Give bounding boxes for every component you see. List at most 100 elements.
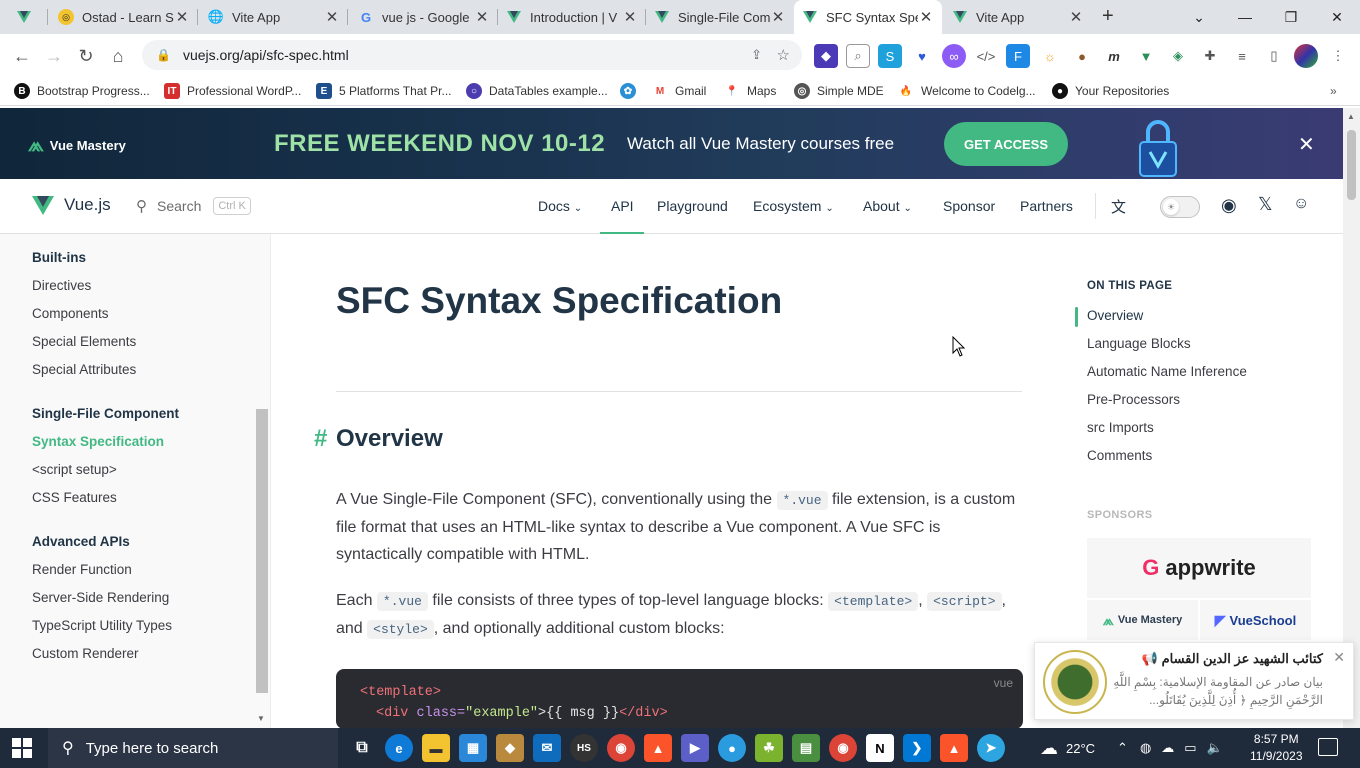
- new-tab-button[interactable]: +: [1102, 5, 1114, 28]
- dark-mode-toggle[interactable]: ☀: [1160, 196, 1200, 218]
- nav-playground[interactable]: Playground: [657, 198, 728, 214]
- bookmark-datatables[interactable]: ○ DataTables example...: [466, 81, 608, 101]
- sidebar-item-ts-utility[interactable]: TypeScript Utility Types: [32, 618, 172, 633]
- app-icon[interactable]: ☘: [755, 734, 783, 762]
- menu-icon[interactable]: ⋮: [1326, 44, 1350, 68]
- app-icon[interactable]: HS: [570, 734, 598, 762]
- tab-vite-app-1[interactable]: 🌐 Vite App ✕: [200, 0, 348, 34]
- toc-overview[interactable]: Overview: [1087, 308, 1143, 323]
- url-field[interactable]: 🔒 vuejs.org/api/sfc-spec.html ⇪ ☆: [142, 40, 802, 70]
- tab-single-file[interactable]: Single-File Com ✕: [646, 0, 794, 34]
- back-button[interactable]: ←: [8, 42, 36, 70]
- extension-icon[interactable]: S: [878, 44, 902, 68]
- scroll-down-icon[interactable]: ▼: [257, 714, 265, 723]
- forward-button[interactable]: →: [40, 42, 68, 70]
- extension-icon[interactable]: </>: [974, 44, 998, 68]
- sidebar-toggle-icon[interactable]: ▯: [1262, 44, 1286, 68]
- tab-introduction[interactable]: Introduction | V ✕: [498, 0, 646, 34]
- app-icon[interactable]: ▶: [681, 734, 709, 762]
- bookmark-gmail[interactable]: M Gmail: [652, 81, 706, 101]
- vue-brand-link[interactable]: Vue.js: [32, 195, 111, 215]
- extension-icon[interactable]: m: [1102, 44, 1126, 68]
- sidebar-item-components[interactable]: Components: [32, 306, 109, 321]
- app-icon[interactable]: ▤: [792, 734, 820, 762]
- sponsor-appwrite[interactable]: G appwrite: [1087, 538, 1311, 598]
- tab-google[interactable]: G vue js - Google ✕: [350, 0, 498, 34]
- close-tab-icon[interactable]: ✕: [918, 8, 934, 26]
- home-button[interactable]: ⌂: [104, 42, 132, 70]
- sidebar-item-css-features[interactable]: CSS Features: [32, 490, 117, 505]
- network-icon[interactable]: ▭: [1184, 740, 1196, 756]
- bookmark-repositories[interactable]: ● Your Repositories: [1052, 81, 1169, 101]
- close-tab-icon[interactable]: ✕: [1068, 8, 1084, 26]
- action-center-icon[interactable]: [1318, 738, 1338, 756]
- sponsor-vue-mastery[interactable]: ⩕ Vue Mastery: [1087, 600, 1198, 640]
- github-icon[interactable]: ◉: [1221, 195, 1237, 216]
- toc-auto-name[interactable]: Automatic Name Inference: [1087, 364, 1247, 379]
- notion-icon[interactable]: N: [866, 734, 894, 762]
- vscode-icon[interactable]: ❯: [903, 734, 931, 762]
- extension-icon[interactable]: ♥: [910, 44, 934, 68]
- extension-icon[interactable]: ◆: [814, 44, 838, 68]
- sidebar-item-script-setup[interactable]: <script setup>: [32, 462, 117, 477]
- tab-search-icon[interactable]: ⌄: [1176, 0, 1222, 34]
- bookmark-wordpress[interactable]: IT Professional WordP...: [164, 81, 301, 101]
- close-tab-icon[interactable]: ✕: [770, 8, 786, 26]
- weather-icon[interactable]: ☁: [1040, 738, 1058, 759]
- tab-ostad[interactable]: ◎ Ostad - Learn S ✕: [50, 0, 198, 34]
- bookmark-codelg[interactable]: 🔥 Welcome to Codelg...: [898, 81, 1036, 101]
- app-icon[interactable]: ◆: [496, 734, 524, 762]
- extension-icon[interactable]: ●: [1070, 44, 1094, 68]
- share-icon[interactable]: ⇪: [751, 47, 762, 63]
- sidebar-item-special-elements[interactable]: Special Elements: [32, 334, 136, 349]
- extension-icon[interactable]: ∞: [942, 44, 966, 68]
- toc-src-imports[interactable]: src Imports: [1087, 420, 1154, 435]
- sidebar-scrollbar[interactable]: [256, 409, 268, 693]
- nav-about[interactable]: About ⌄: [863, 198, 912, 214]
- extension-icon[interactable]: ◈: [1166, 44, 1190, 68]
- cloud-icon[interactable]: ☁: [1161, 740, 1174, 756]
- bookmark-simple-mde[interactable]: ◎ Simple MDE: [794, 81, 884, 101]
- windows-start-icon[interactable]: [12, 738, 32, 758]
- tab-pinned-vue[interactable]: [8, 0, 48, 34]
- tab-vite-app-2[interactable]: Vite App ✕: [944, 0, 1092, 34]
- nav-docs[interactable]: Docs ⌄: [538, 198, 582, 214]
- scrollbar-thumb[interactable]: [1347, 130, 1356, 200]
- mail-icon[interactable]: ✉: [533, 734, 561, 762]
- clock[interactable]: 8:57 PM 11/9/2023: [1250, 731, 1303, 765]
- tray-icon[interactable]: ◍: [1140, 740, 1151, 756]
- telegram-notification[interactable]: كتائب الشهيد عز الدين القسام 📢 بيان صادر…: [1034, 642, 1354, 720]
- sidebar-item-ssr[interactable]: Server-Side Rendering: [32, 590, 169, 605]
- brave-icon[interactable]: ▲: [940, 734, 968, 762]
- volume-icon[interactable]: 🔈: [1207, 740, 1223, 756]
- task-view-icon[interactable]: ⧉: [348, 734, 376, 762]
- bookmark-gear[interactable]: ✿: [620, 81, 643, 101]
- close-tab-icon[interactable]: ✕: [474, 8, 490, 26]
- heading-anchor-link[interactable]: #: [314, 425, 327, 453]
- reading-list-icon[interactable]: ≡: [1230, 44, 1254, 68]
- get-access-button[interactable]: GET ACCESS: [944, 122, 1068, 166]
- sidebar-item-custom-renderer[interactable]: Custom Renderer: [32, 646, 139, 661]
- close-tab-icon[interactable]: ✕: [324, 8, 340, 26]
- brave-icon[interactable]: ▲: [644, 734, 672, 762]
- close-tab-icon[interactable]: ✕: [174, 8, 190, 26]
- chevron-up-icon[interactable]: ⌃: [1117, 740, 1128, 756]
- close-notification-icon[interactable]: ✕: [1333, 649, 1345, 666]
- discord-icon[interactable]: ☺: [1293, 195, 1309, 213]
- telegram-icon[interactable]: ➤: [977, 734, 1005, 762]
- page-scrollbar[interactable]: ▲: [1343, 108, 1360, 728]
- restore-button[interactable]: ❐: [1268, 0, 1314, 34]
- edge-icon[interactable]: e: [385, 734, 413, 762]
- nav-sponsor[interactable]: Sponsor: [943, 198, 995, 214]
- vue-mastery-logo[interactable]: ⩕ Vue Mastery: [28, 134, 126, 157]
- bookmark-maps[interactable]: 📍 Maps: [724, 81, 776, 101]
- chrome-icon[interactable]: ◉: [607, 734, 635, 762]
- sponsor-vueschool[interactable]: ◤ VueSchool: [1200, 600, 1311, 640]
- close-window-button[interactable]: ✕: [1314, 0, 1360, 34]
- bookmark-star-icon[interactable]: ☆: [777, 46, 790, 64]
- store-icon[interactable]: ▦: [459, 734, 487, 762]
- sidebar-item-special-attributes[interactable]: Special Attributes: [32, 362, 136, 377]
- minimize-button[interactable]: —: [1222, 0, 1268, 34]
- reload-button[interactable]: ↻: [72, 42, 100, 70]
- app-icon[interactable]: ●: [718, 734, 746, 762]
